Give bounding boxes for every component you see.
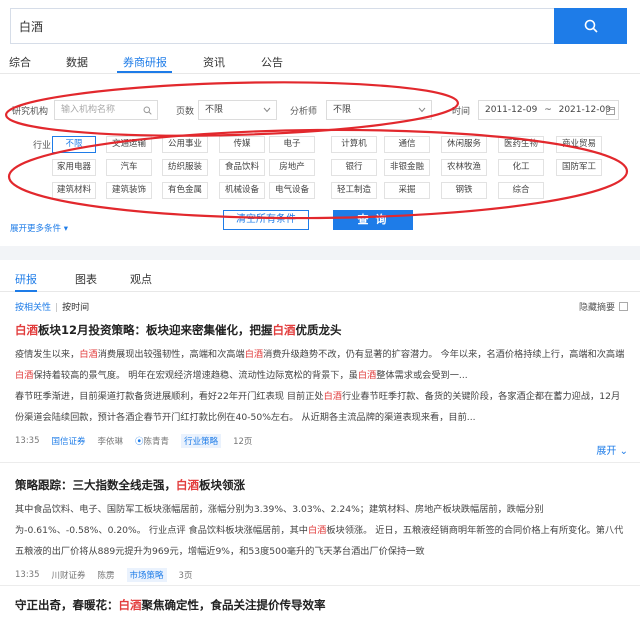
result-type-tabs: 研报 图表 观点 (0, 266, 640, 292)
pin-icon: ⦿ (135, 437, 144, 447)
tab-research-reports[interactable]: 券商研报 (123, 54, 167, 70)
sort-by-relevance[interactable]: 按相关性 (15, 303, 51, 313)
tab-news[interactable]: 资讯 (203, 54, 225, 70)
tab-all[interactable]: 综合 (9, 54, 31, 70)
expand-label: 展开 (596, 446, 617, 457)
report-meta: 13:35 川财证券 陈雳 市场策略 3页 (15, 567, 625, 583)
title-highlight: 白酒 (272, 323, 296, 337)
tab-announcements[interactable]: 公告 (261, 54, 283, 70)
report-item: 白酒板块12月投资策略：板块迎来密集催化，把握白酒优质龙头 疫情发生以来，白酒消… (15, 322, 625, 449)
report-author[interactable]: 李依琳 (98, 435, 124, 447)
search-icon (584, 19, 598, 33)
report-item: 守正出奇，春暖花：白酒聚焦确定性，食品关注提价传导效率 (15, 597, 625, 613)
report-title[interactable]: 策略跟踪：三大指数全线走强，白酒板块领涨 (15, 477, 625, 493)
report-category[interactable]: 市场策略 (126, 568, 167, 582)
divider (0, 585, 640, 586)
divider (0, 462, 640, 463)
hide-summary-label: 隐藏摘要 (578, 303, 615, 313)
report-summary: 春节旺季渐进，目前渠道打款备货进展顺利，看好22年开门红表现 目前正处白酒行业春… (15, 391, 621, 423)
title-text: 板块12月投资策略：板块迎来密集催化，把握 (38, 323, 273, 337)
report-title[interactable]: 守正出奇，春暖花：白酒聚焦确定性，食品关注提价传导效率 (15, 597, 625, 613)
report-author[interactable]: ⦿陈青青 (135, 435, 169, 447)
tab-data[interactable]: 数据 (66, 54, 88, 70)
hide-summary-toggle[interactable]: 隐藏摘要 (579, 300, 628, 313)
report-pages: 3页 (178, 571, 193, 581)
search-bar (10, 8, 627, 44)
report-pages: 12页 (233, 437, 253, 447)
report-title[interactable]: 白酒板块12月投资策略：板块迎来密集催化，把握白酒优质龙头 (15, 322, 625, 338)
report-meta: 13:35 国信证券 李依琳 ⦿陈青青 行业策略 12页 (15, 433, 625, 449)
report-category[interactable]: 行业策略 (181, 434, 222, 448)
title-text: 优质龙头 (295, 323, 342, 337)
report-summary: 其中食品饮料、电子、国防军工板块涨幅居前，涨幅分别为3.39%、3.03%、2.… (15, 504, 624, 557)
report-org[interactable]: 川财证券 (52, 569, 86, 581)
report-author[interactable]: 陈雳 (98, 569, 115, 581)
sort-options: 按相关性 | 按时间 (15, 303, 90, 313)
report-summary: 疫情发生以来，白酒消费展现出较强韧性，高端和次高端白酒消费升级趋势不改，仍有显著… (15, 349, 625, 381)
tab-reports[interactable]: 研报 (15, 271, 37, 287)
expand-button[interactable]: 展开 ⌄ (596, 442, 628, 457)
search-button[interactable] (554, 8, 627, 44)
report-time: 13:35 (15, 436, 40, 446)
sort-by-time[interactable]: 按时间 (62, 303, 89, 313)
tab-charts[interactable]: 图表 (75, 271, 97, 287)
report-org[interactable]: 国信证券 (52, 435, 86, 447)
tab-viewpoints[interactable]: 观点 (130, 271, 152, 287)
search-input[interactable] (10, 8, 554, 44)
hide-summary-checkbox[interactable] (619, 302, 628, 311)
active-subtab-indicator (15, 290, 37, 292)
report-time: 13:35 (15, 570, 40, 580)
chevron-down-icon: ⌄ (619, 446, 628, 457)
section-divider (0, 246, 640, 260)
annotation-ellipse-industries (7, 128, 629, 220)
red-annotation-ellipses (4, 81, 629, 220)
title-highlight: 白酒 (15, 323, 38, 337)
report-item: 策略跟踪：三大指数全线走强，白酒板块领涨 其中食品饮料、电子、国防军工板块涨幅居… (15, 477, 625, 583)
